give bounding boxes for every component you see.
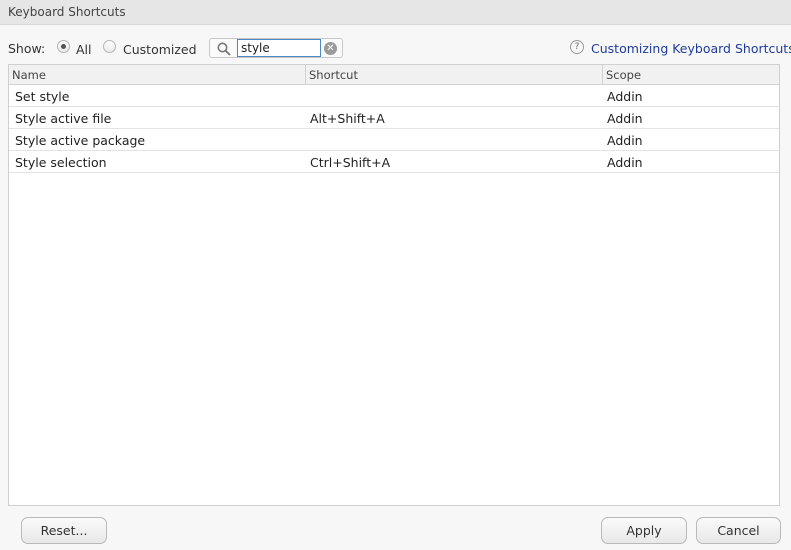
help-icon[interactable]: ?: [570, 40, 584, 54]
search-input[interactable]: [237, 39, 321, 57]
filter-toolbar: Show: All Customized ✕ ? Customizing Key…: [0, 36, 791, 60]
search-icon: [217, 42, 231, 56]
shortcuts-table: Name Shortcut Scope Set style Addin Styl…: [8, 64, 780, 506]
column-header-name[interactable]: Name: [9, 65, 306, 84]
radio-customized-label[interactable]: Customized: [123, 42, 197, 57]
table-row[interactable]: Style active package Addin: [9, 129, 779, 151]
row-scope: Addin: [607, 111, 643, 126]
show-label: Show:: [8, 41, 46, 56]
row-name: Style selection: [15, 155, 107, 170]
row-shortcut[interactable]: Alt+Shift+A: [310, 111, 385, 126]
reset-button[interactable]: Reset...: [21, 517, 107, 544]
customizing-shortcuts-link[interactable]: Customizing Keyboard Shortcuts: [591, 41, 791, 56]
table-header: Name Shortcut Scope: [9, 65, 779, 85]
row-name: Set style: [15, 89, 70, 104]
column-header-scope[interactable]: Scope: [603, 65, 779, 84]
table-row[interactable]: Style selection Ctrl+Shift+A Addin: [9, 151, 779, 173]
row-scope: Addin: [607, 155, 643, 170]
column-header-shortcut[interactable]: Shortcut: [306, 65, 603, 84]
window-title: Keyboard Shortcuts: [0, 0, 791, 25]
row-scope: Addin: [607, 133, 643, 148]
clear-search-icon[interactable]: ✕: [324, 42, 337, 55]
radio-all[interactable]: [57, 40, 70, 53]
row-shortcut[interactable]: Ctrl+Shift+A: [310, 155, 390, 170]
row-name: Style active file: [15, 111, 112, 126]
radio-all-label[interactable]: All: [76, 42, 92, 57]
row-scope: Addin: [607, 89, 643, 104]
table-row[interactable]: Style active file Alt+Shift+A Addin: [9, 107, 779, 129]
table-row[interactable]: Set style Addin: [9, 85, 779, 107]
search-box: ✕: [209, 38, 343, 58]
cancel-button[interactable]: Cancel: [696, 517, 781, 544]
radio-customized[interactable]: [103, 40, 116, 53]
apply-button[interactable]: Apply: [601, 517, 687, 544]
row-name: Style active package: [15, 133, 146, 148]
